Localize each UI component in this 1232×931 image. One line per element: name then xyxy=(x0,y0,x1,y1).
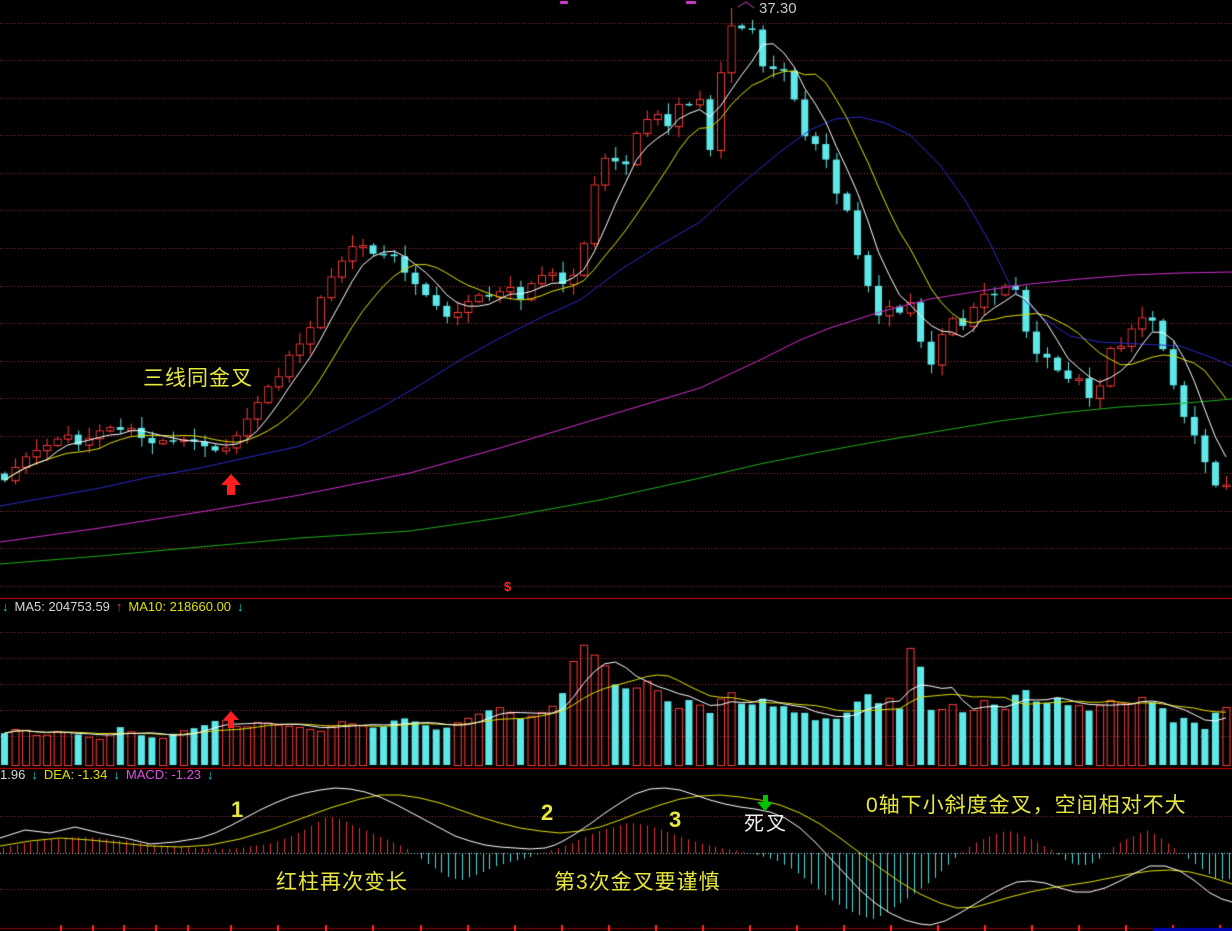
third-cross-note: 第3次金叉要谨慎 xyxy=(554,872,721,893)
ma5-up-arrow-icon: ↑ xyxy=(116,600,123,613)
up-arrow-head xyxy=(223,711,239,720)
three-lines-golden-cross-label: 三线同金叉 xyxy=(143,368,253,389)
volume-header: ↓ MA5: 204753.59 ↑ MA10: 218660.00 ↓ xyxy=(2,600,244,613)
up-arrow-stem xyxy=(227,485,235,495)
dea-value: DEA: -1.34 xyxy=(44,768,108,781)
dea-down-arrow-icon: ↓ xyxy=(113,768,120,781)
macd-value: MACD: -1.23 xyxy=(126,768,201,781)
volume-ma10-value: MA10: 218660.00 xyxy=(128,600,231,613)
stock-chart-window: 37.30 三线同金叉 $ ↓ MA5: 204753.59 ↑ MA10: 2… xyxy=(0,0,1232,931)
dif-down-arrow-icon: ↓ xyxy=(31,768,38,781)
volume-up-arrow-icon xyxy=(221,711,241,728)
down-arrow-stem xyxy=(763,795,768,802)
golden-cross-1-label: 1 xyxy=(231,799,243,821)
macd-down-arrow-icon: ↓ xyxy=(207,768,214,781)
up-arrow-stem xyxy=(228,720,234,728)
dollar-marker: $ xyxy=(504,580,511,593)
buy-up-arrow-icon xyxy=(221,474,241,495)
macd-header: 1.96 ↓ DEA: -1.34 ↓ MACD: -1.23 ↓ xyxy=(0,768,214,781)
down-arrow-head xyxy=(757,802,773,811)
volume-ma5-value: MA5: 204753.59 xyxy=(15,600,110,613)
zero-axis-note: 0轴下小斜度金叉，空间相对不大 xyxy=(866,795,1187,816)
death-cross-label: 死叉 xyxy=(744,814,788,834)
chart-canvas[interactable] xyxy=(0,0,1232,931)
up-arrow-head xyxy=(221,474,241,485)
golden-cross-3-label: 3 xyxy=(669,809,681,831)
peak-price-label: 37.30 xyxy=(759,1,797,16)
dif-value: 1.96 xyxy=(0,768,25,781)
ma5-down-arrow-icon: ↓ xyxy=(2,600,9,613)
red-bars-note: 红柱再次变长 xyxy=(276,872,408,893)
death-cross-down-arrow-icon xyxy=(757,795,773,811)
ma10-down-arrow-icon: ↓ xyxy=(237,600,244,613)
golden-cross-2-label: 2 xyxy=(541,802,553,824)
